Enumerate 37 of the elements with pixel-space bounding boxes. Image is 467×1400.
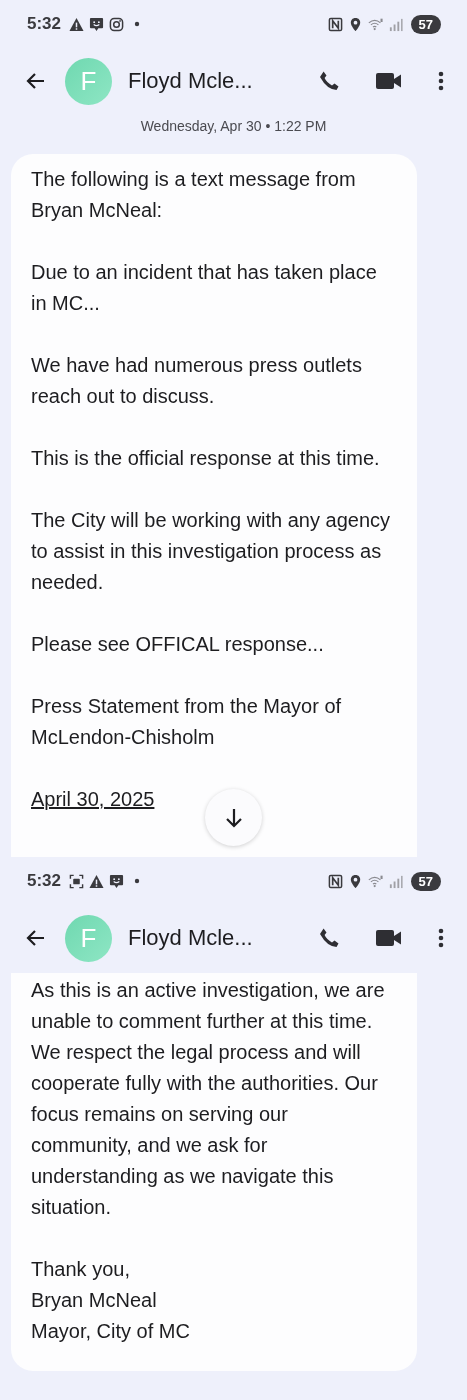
- message-text: We have had numerous press outlets reach out to discuss.: [31, 353, 363, 409]
- more-options-icon[interactable]: [437, 69, 445, 93]
- battery-level: 57: [410, 871, 441, 891]
- warning-icon: [69, 16, 85, 32]
- message-text: The following is a text message from Bryan McNeal:: [31, 167, 357, 223]
- signal-icon: [387, 873, 403, 889]
- date-link[interactable]: April 30, 2025: [31, 788, 155, 810]
- contact-name[interactable]: Floyd Mcle...: [128, 925, 317, 951]
- camera-icon: [109, 16, 125, 32]
- more-options-icon[interactable]: [437, 926, 445, 950]
- message-text: This is the official response at this time.: [31, 446, 381, 471]
- message-text: Press Statement from the Mayor of McLendon-Chisholm: [31, 694, 343, 750]
- status-time: 5:32: [27, 14, 62, 34]
- screenshot-icon: [69, 873, 85, 889]
- chat-bubble-icon: [109, 873, 125, 889]
- notification-dot-icon: [134, 878, 141, 884]
- signal-icon: [387, 16, 403, 32]
- warning-icon: [89, 873, 105, 889]
- nfc-icon: [327, 873, 343, 889]
- message-text: Bryan McNeal: [31, 1288, 158, 1313]
- phone-icon[interactable]: [317, 69, 341, 93]
- message-text: The City will be working with any agency to assist in this investigation process as needed.: [31, 508, 392, 595]
- nfc-icon: [327, 16, 343, 32]
- message-text: Mayor, City of MC: [31, 1319, 191, 1344]
- message-text: Please see OFFICAL response...: [31, 632, 325, 657]
- chat-bubble-icon: [89, 16, 105, 32]
- battery-level: 57: [410, 14, 441, 34]
- status-time: 5:32: [27, 871, 62, 891]
- message-timestamp: Wednesday, Apr 30 • 1:22 PM: [139, 118, 328, 134]
- message-text: Thank you,: [31, 1257, 131, 1282]
- message-text: Due to an incident that has taken place in MC...: [31, 260, 378, 316]
- phone-icon[interactable]: [317, 926, 341, 950]
- message-text: As this is an active investigation, we are unable to comment further at this time. We respect the legal process and will cooperate fully with the authorities. Our focus remains on serving our community, and we ask for understanding as we navigate this situation.: [31, 978, 386, 1220]
- wifi-icon: [367, 873, 383, 889]
- notification-dot-icon: [134, 21, 141, 27]
- wifi-icon: [367, 16, 383, 32]
- contact-name[interactable]: Floyd Mcle...: [128, 68, 317, 94]
